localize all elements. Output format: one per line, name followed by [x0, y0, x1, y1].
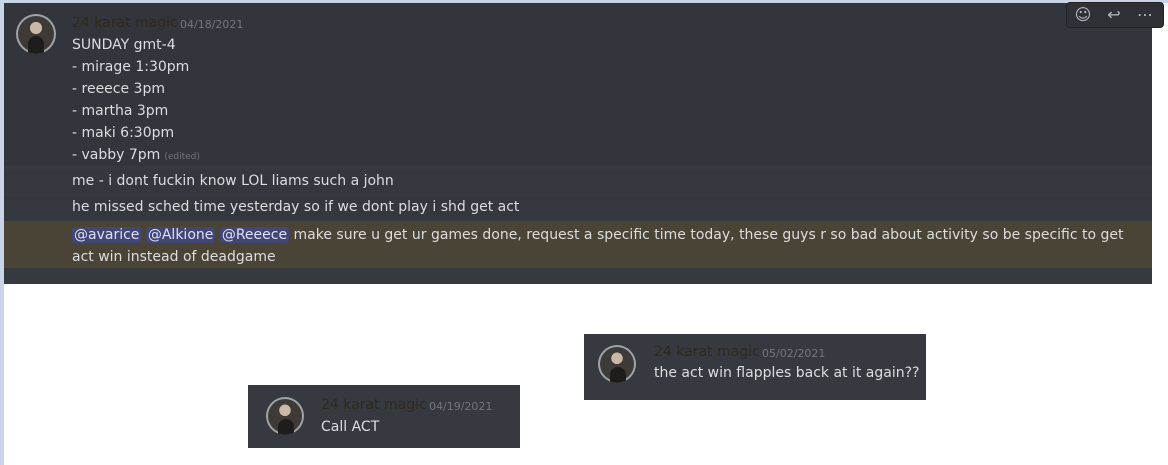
message-line: the act win flapples back at it again??	[654, 365, 920, 381]
avatar[interactable]	[266, 397, 304, 435]
message-card: 24 karat magic 04/19/2021 Call ACT	[248, 385, 520, 448]
message-timestamp: 04/19/2021	[429, 400, 493, 413]
followup-message: me - i dont fuckin know LOL liams such a…	[72, 173, 394, 189]
author-name[interactable]: 24 karat magic	[72, 15, 178, 31]
avatar[interactable]	[598, 345, 636, 383]
message-line: - maki 6:30pm	[72, 125, 175, 141]
message-actions-toolbar: ☺ ↩ ⋯	[1067, 3, 1163, 27]
message-panel: 24 karat magic 04/18/2021 SUNDAY gmt-4 -…	[4, 3, 1163, 284]
mention-message: @avarice @Alkione @Reeece make sure u ge…	[72, 224, 1132, 268]
message-card: 24 karat magic 05/02/2021 the act win fl…	[584, 334, 926, 400]
message-timestamp: 05/02/2021	[762, 347, 826, 360]
message-line: - martha 3pm	[72, 103, 169, 119]
followup-message: he missed sched time yesterday so if we …	[72, 199, 520, 215]
message-line-text: - vabby 7pm	[72, 147, 161, 163]
message-line: - vabby 7pm (edited)	[72, 147, 200, 163]
message-timestamp: 04/18/2021	[180, 18, 244, 31]
message-line: SUNDAY gmt-4	[72, 37, 176, 53]
avatar[interactable]	[16, 14, 56, 54]
author-name[interactable]: 24 karat magic	[654, 344, 760, 360]
edited-tag: (edited)	[164, 152, 200, 162]
more-icon[interactable]: ⋯	[1132, 4, 1158, 26]
user-mention[interactable]: @avarice	[72, 227, 142, 243]
user-mention[interactable]: @Alkione	[145, 227, 216, 243]
reply-icon[interactable]: ↩	[1101, 4, 1127, 26]
author-name[interactable]: 24 karat magic	[321, 397, 427, 413]
user-mention[interactable]: @Reeece	[219, 227, 290, 243]
add-reaction-icon[interactable]: ☺	[1070, 4, 1096, 26]
message-line: - reeece 3pm	[72, 81, 165, 97]
message-line: - mirage 1:30pm	[72, 59, 190, 75]
message-line: Call ACT	[321, 419, 380, 435]
